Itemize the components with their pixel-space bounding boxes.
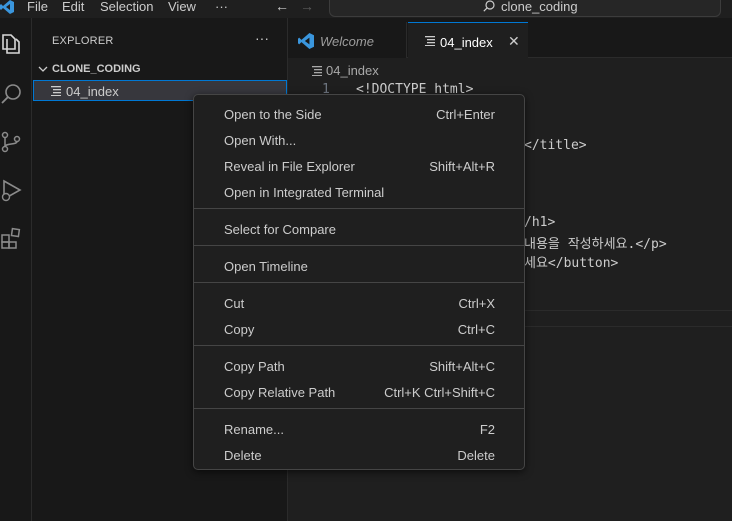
back-arrow-icon[interactable]: ← [275,0,289,13]
menu-item-cut[interactable]: Cut Ctrl+X [198,291,520,315]
menu-separator [194,245,524,246]
menu-separator [194,408,524,409]
tab-welcome[interactable]: Welcome [288,22,407,58]
breadcrumb-file: 04_index [326,63,379,78]
menu-item-delete[interactable]: Delete Delete [198,443,520,467]
vscode-logo-icon [0,0,14,14]
explorer-icon[interactable] [0,32,24,56]
folder-label: CLONE_CODING [52,63,141,75]
sidebar-title: EXPLORER [52,35,114,47]
menu-item-label: Reveal in File Explorer [224,159,355,174]
tab-04-index[interactable]: 04_index ✕ [408,22,528,58]
menu-item-label: Copy Relative Path [224,385,336,400]
file-label: 04_index [66,84,119,99]
file-lines-icon [425,36,435,46]
menu-file[interactable]: File [27,0,48,16]
menu-item-open-to-the-side[interactable]: Open to the Side Ctrl+Enter [198,102,520,126]
menu-item-rename[interactable]: Rename... F2 [198,417,520,441]
editor-tab-bar: Welcome 04_index ✕ [288,18,732,58]
menu-item-shortcut: Delete [457,448,495,463]
menu-selection[interactable]: Selection [100,0,153,16]
menu-item-shortcut: Shift+Alt+R [429,159,495,174]
menu-item-open-timeline[interactable]: Open Timeline [198,254,520,278]
tab-welcome-label: Welcome [320,34,374,49]
search-view-icon[interactable] [0,82,24,106]
menu-item-shortcut: F2 [479,422,495,437]
source-control-icon[interactable] [0,130,24,154]
menu-item-reveal-in-file-explorer[interactable]: Reveal in File Explorer Shift+Alt+R [198,154,520,178]
menu-item-shortcut: Ctrl+X [458,296,495,311]
tab-04-index-label: 04_index [440,35,493,50]
menu-separator [194,282,524,283]
title-bar: File Edit Selection View ··· ← → clone_c… [0,0,732,18]
menu-item-label: Copy [224,322,255,337]
close-icon[interactable]: ✕ [508,33,520,50]
menu-item-label: Open With... [224,133,297,148]
file-lines-icon [312,66,322,76]
menu-item-shortcut: Ctrl+Enter [436,107,495,122]
menu-item-copy[interactable]: Copy Ctrl+C [198,317,520,341]
code-line: /h1> [524,215,556,230]
menu-item-shortcut: Ctrl+K Ctrl+Shift+C [384,385,495,400]
context-menu: Open to the Side Ctrl+Enter Open With...… [193,94,525,470]
menu-item-open-with[interactable]: Open With... [198,128,520,152]
menu-item-shortcut: Shift+Alt+C [429,359,495,374]
menu-more-icon[interactable]: ··· [215,0,228,16]
menu-item-label: Open in Integrated Terminal [224,185,385,200]
menu-item-label: Open Timeline [224,259,308,274]
command-center-search[interactable]: clone_coding [329,0,721,17]
menu-view[interactable]: View [168,0,196,16]
code-line: 세요</button> [524,256,619,271]
sidebar-more-icon[interactable]: ··· [255,30,269,46]
menu-separator [194,345,524,346]
vscode-logo-icon [298,33,314,49]
activity-bar [0,18,32,521]
menu-item-shortcut: Ctrl+C [457,322,495,337]
run-debug-icon[interactable] [0,178,24,202]
forward-arrow-icon[interactable]: → [300,0,314,13]
code-line: 내용을 작성하세요.</p> [524,237,667,252]
search-text: clone_coding [501,0,578,14]
chevron-down-icon [38,66,48,72]
extensions-icon[interactable] [0,226,24,250]
menu-item-label: Select for Compare [224,222,336,237]
menu-separator [194,208,524,209]
search-icon [483,0,495,12]
menu-item-label: Delete [224,448,262,463]
menu-item-label: Cut [224,296,245,311]
menu-edit[interactable]: Edit [62,0,84,16]
menu-item-label: Open to the Side [224,107,322,122]
menu-item-label: Copy Path [224,359,285,374]
menu-item-select-for-compare[interactable]: Select for Compare [198,217,520,241]
menu-item-open-in-integrated-terminal[interactable]: Open in Integrated Terminal [198,180,520,204]
menu-item-copy-path[interactable]: Copy Path Shift+Alt+C [198,354,520,378]
folder-header[interactable]: CLONE_CODING [32,59,288,79]
menu-item-copy-relative-path[interactable]: Copy Relative Path Ctrl+K Ctrl+Shift+C [198,380,520,404]
file-lines-icon [51,86,61,96]
code-line: </title> [524,138,587,153]
menu-item-label: Rename... [224,422,284,437]
